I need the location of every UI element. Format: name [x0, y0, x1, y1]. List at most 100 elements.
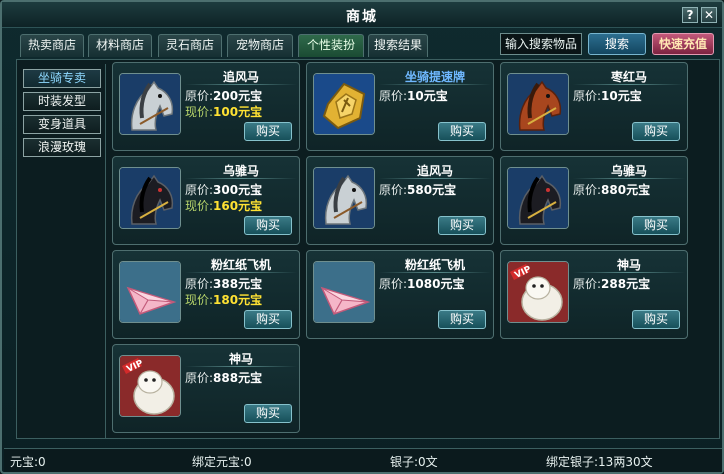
- original-price-label: 原价:: [185, 89, 214, 103]
- original-price: 388元宝: [213, 277, 263, 291]
- item-card: 坐骑提速牌 原价:10元宝 购买: [306, 62, 494, 151]
- item-name: 神马: [228, 352, 253, 366]
- divider: [573, 84, 685, 85]
- search-input[interactable]: 输入搜索物品: [500, 33, 582, 55]
- original-price: 880元宝: [601, 183, 651, 197]
- original-price: 10元宝: [601, 89, 642, 103]
- original-price-label: 原价:: [379, 277, 408, 291]
- tab-materials-shop[interactable]: 材料商店: [88, 34, 152, 57]
- gold-token-icon[interactable]: [313, 73, 375, 135]
- item-name: 乌骓马: [610, 164, 647, 178]
- sale-price: 180元宝: [213, 293, 263, 307]
- tab-hot-shop[interactable]: 热卖商店: [20, 34, 84, 57]
- item-name: 枣红马: [610, 70, 647, 84]
- search-button[interactable]: 搜索: [588, 33, 646, 55]
- original-price: 888元宝: [213, 371, 263, 385]
- black-horse-icon[interactable]: [507, 167, 569, 229]
- divider: [185, 84, 297, 85]
- white-alpaca-vip-icon[interactable]: VIP: [507, 261, 569, 323]
- bound-silver-balance: 绑定银子:13两30文: [546, 455, 653, 469]
- original-price-label: 原价:: [573, 183, 602, 197]
- sale-price-label: 现价:: [185, 293, 214, 307]
- buy-button[interactable]: 购买: [632, 216, 680, 235]
- gray-horse-icon[interactable]: [119, 73, 181, 135]
- item-card: VIP 神马 原价:288元宝 购买: [500, 250, 688, 339]
- original-price-label: 原价:: [185, 277, 214, 291]
- pink-paper-plane-icon[interactable]: [119, 261, 181, 323]
- sale-price: 160元宝: [213, 199, 263, 213]
- buy-button[interactable]: 购买: [244, 122, 292, 141]
- sale-price: 100元宝: [213, 105, 263, 119]
- buy-button[interactable]: 购买: [438, 122, 486, 141]
- divider: [379, 178, 491, 179]
- quick-recharge-button[interactable]: 快速充值: [652, 33, 714, 55]
- black-horse-icon[interactable]: [119, 167, 181, 229]
- sale-price-label: 现价:: [185, 105, 214, 119]
- buy-button[interactable]: 购买: [632, 122, 680, 141]
- buy-button[interactable]: 购买: [632, 310, 680, 329]
- divider: [573, 272, 685, 273]
- category-sidebar: 坐骑专卖 时装发型 变身道具 浪漫玫瑰: [18, 64, 106, 438]
- item-name: 乌骓马: [222, 164, 259, 178]
- original-price-label: 原价:: [573, 277, 602, 291]
- item-card: 乌骓马 原价:300元宝 现价:160元宝 购买: [112, 156, 300, 245]
- divider: [379, 84, 491, 85]
- sidebar-item-transform[interactable]: 变身道具: [23, 115, 101, 134]
- silver-balance: 银子:0文: [390, 455, 438, 469]
- white-alpaca-vip-icon[interactable]: VIP: [119, 355, 181, 417]
- sidebar-item-fashion[interactable]: 时装发型: [23, 92, 101, 111]
- original-price: 200元宝: [213, 89, 263, 103]
- original-price-label: 原价:: [379, 183, 408, 197]
- item-card: 追风马 原价:580元宝 购买: [306, 156, 494, 245]
- bound-yuanbao-balance: 绑定元宝:0: [192, 455, 252, 469]
- buy-button[interactable]: 购买: [244, 404, 292, 423]
- currency-status-bar: 元宝:0 绑定元宝:0 银子:0文 绑定银子:13两30文: [4, 448, 722, 472]
- divider: [185, 366, 297, 367]
- item-card: 乌骓马 原价:880元宝 购买: [500, 156, 688, 245]
- tab-spirit-stone-shop[interactable]: 灵石商店: [158, 34, 222, 57]
- divider: [573, 178, 685, 179]
- item-card: 粉红纸飞机 原价:388元宝 现价:180元宝 购买: [112, 250, 300, 339]
- original-price: 300元宝: [213, 183, 263, 197]
- tab-personal-style[interactable]: 个性装扮: [298, 34, 364, 57]
- item-name: 追风马: [222, 70, 259, 84]
- original-price-label: 原价:: [379, 89, 408, 103]
- item-card: 追风马 原价:200元宝 现价:100元宝 购买: [112, 62, 300, 151]
- yuanbao-balance: 元宝:0: [10, 455, 46, 469]
- item-name: 坐骑提速牌: [404, 70, 465, 84]
- pink-paper-plane-icon[interactable]: [313, 261, 375, 323]
- original-price: 288元宝: [601, 277, 651, 291]
- help-icon[interactable]: ?: [682, 7, 698, 23]
- divider: [379, 272, 491, 273]
- window-title: 商城: [346, 9, 378, 25]
- tab-search-results[interactable]: 搜索结果: [368, 34, 428, 57]
- buy-button[interactable]: 购买: [438, 216, 486, 235]
- item-name: 粉红纸飞机: [210, 258, 271, 272]
- original-price-label: 原价:: [573, 89, 602, 103]
- divider: [185, 272, 297, 273]
- chestnut-horse-icon[interactable]: [507, 73, 569, 135]
- item-card: 枣红马 原价:10元宝 购买: [500, 62, 688, 151]
- tab-pet-shop[interactable]: 宠物商店: [227, 34, 293, 57]
- item-name: 追风马: [416, 164, 453, 178]
- buy-button[interactable]: 购买: [244, 310, 292, 329]
- item-name: 神马: [616, 258, 641, 272]
- original-price: 10元宝: [407, 89, 448, 103]
- original-price: 1080元宝: [407, 277, 465, 291]
- buy-button[interactable]: 购买: [244, 216, 292, 235]
- item-card: VIP 神马 原价:888元宝 购买: [112, 344, 300, 433]
- original-price-label: 原价:: [185, 371, 214, 385]
- sale-price-label: 现价:: [185, 199, 214, 213]
- sidebar-item-mounts[interactable]: 坐骑专卖: [23, 69, 101, 88]
- divider: [185, 178, 297, 179]
- original-price: 580元宝: [407, 183, 457, 197]
- item-name: 粉红纸飞机: [404, 258, 465, 272]
- item-card: 粉红纸飞机 原价:1080元宝 购买: [306, 250, 494, 339]
- original-price-label: 原价:: [185, 183, 214, 197]
- shop-window: 商城 ? ✕ 热卖商店 材料商店 灵石商店 宠物商店 个性装扮 搜索结果 输入搜…: [0, 0, 724, 474]
- sidebar-item-roses[interactable]: 浪漫玫瑰: [23, 138, 101, 157]
- gray-horse-icon[interactable]: [313, 167, 375, 229]
- title-bar[interactable]: 商城 ? ✕: [2, 2, 722, 28]
- close-icon[interactable]: ✕: [701, 7, 717, 23]
- buy-button[interactable]: 购买: [438, 310, 486, 329]
